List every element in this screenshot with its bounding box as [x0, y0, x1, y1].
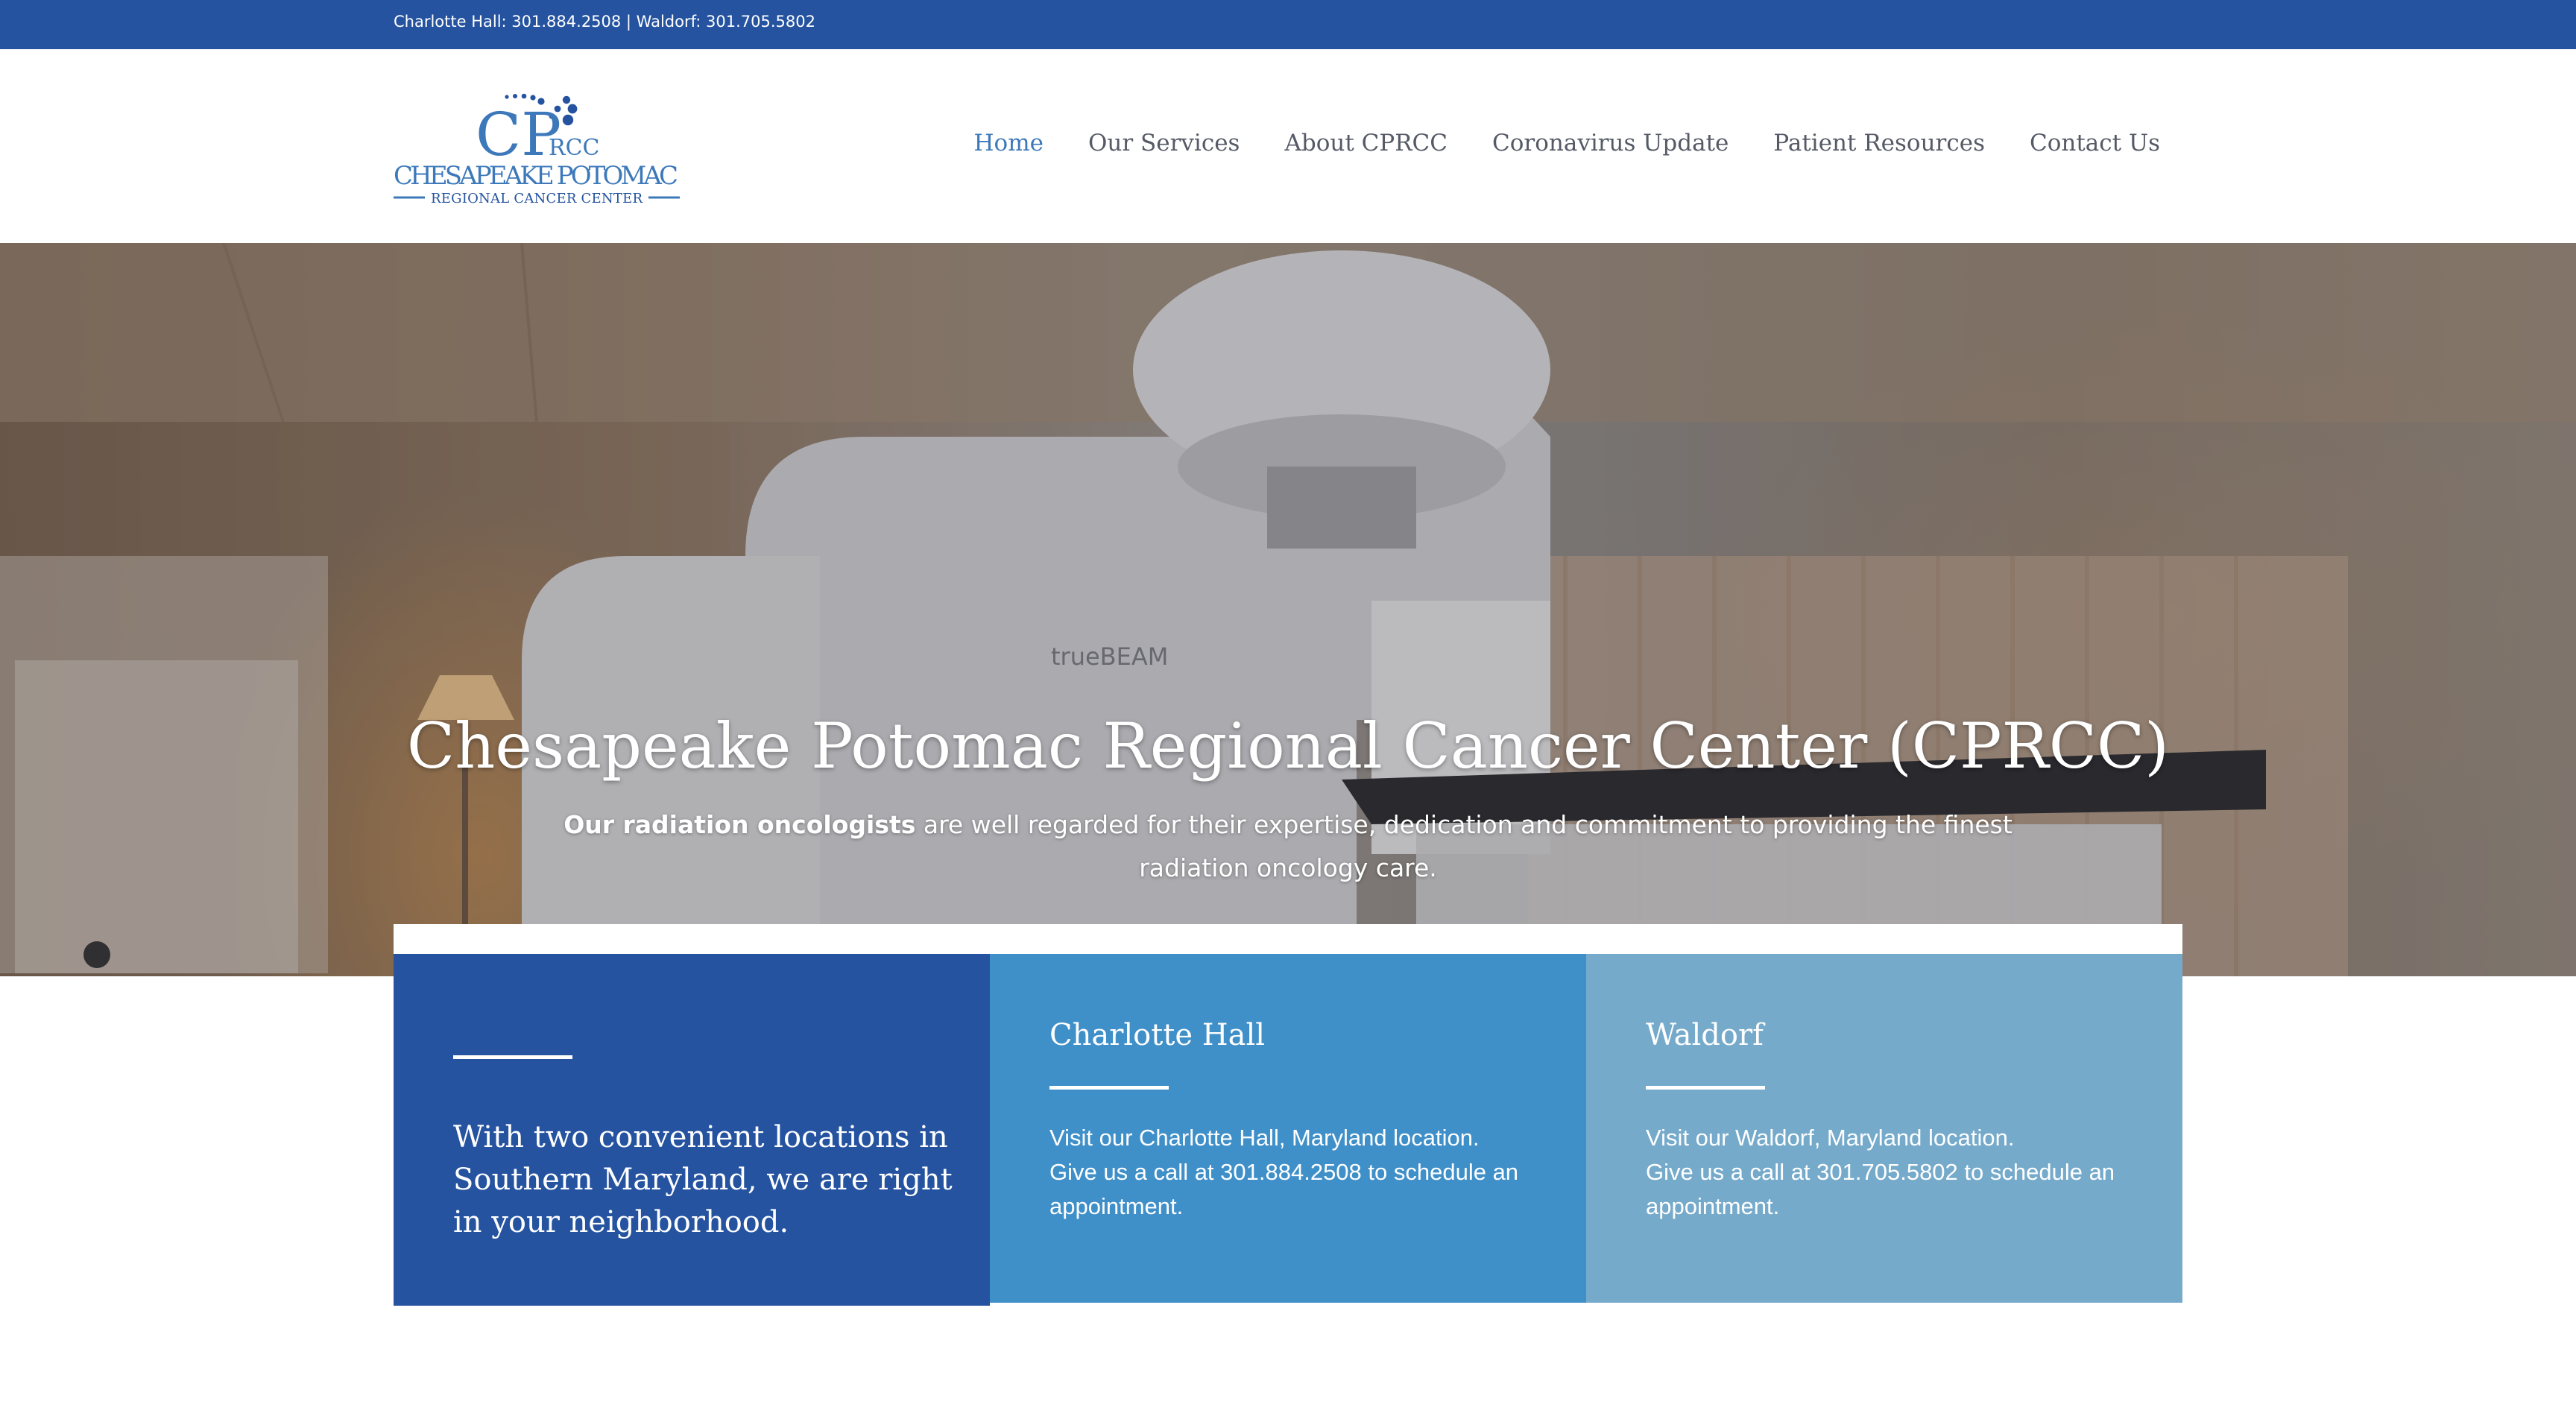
- divider: [1049, 1086, 1169, 1090]
- logo-name-line2: REGIONAL CANCER CENTER: [431, 191, 643, 206]
- location-call-text: Give us a call at 301.884.2508 to schedu…: [1049, 1159, 1519, 1219]
- location-call-text: Give us a call at 301.705.5802 to schedu…: [1646, 1159, 2115, 1219]
- hero-title: Chesapeake Potomac Regional Cancer Cente…: [406, 709, 2170, 783]
- location-description: Visit our Waldorf, Maryland location. Gi…: [1646, 1121, 2153, 1224]
- locations-section: With two convenient locations in Souther…: [394, 924, 2182, 1306]
- location-card-waldorf[interactable]: Waldorf Visit our Waldorf, Maryland loca…: [1586, 954, 2182, 1303]
- site-logo[interactable]: CP RCC CHESAPEAKE POTOMAC REGIONAL CANCE…: [394, 91, 680, 210]
- nav-item-patient-resources[interactable]: Patient Resources: [1773, 130, 1985, 157]
- hero-subtitle: Our radiation oncologists are well regar…: [522, 803, 2054, 890]
- hero-subtitle-link[interactable]: Our radiation oncologists: [564, 810, 915, 839]
- location-visit-text: Visit our Waldorf, Maryland location.: [1646, 1125, 2015, 1151]
- locations-intro-card: With two convenient locations in Souther…: [394, 954, 990, 1306]
- logo-monogram-sub: RCC: [549, 135, 600, 161]
- divider: [1646, 1086, 1765, 1090]
- nav-item-about-cprcc[interactable]: About CPRCC: [1284, 130, 1448, 157]
- location-title[interactable]: Waldorf: [1646, 1018, 1764, 1052]
- nav-item-our-services[interactable]: Our Services: [1088, 130, 1240, 157]
- nav-item-home[interactable]: Home: [974, 130, 1044, 157]
- divider: [453, 1055, 572, 1059]
- hero-banner: trueBEAM Chesapeake Potomac Regional Can…: [0, 243, 2576, 976]
- nav-item-contact-us[interactable]: Contact Us: [2030, 130, 2160, 157]
- location-card-charlotte-hall[interactable]: Charlotte Hall Visit our Charlotte Hall,…: [990, 954, 1586, 1303]
- nav-item-coronavirus-update[interactable]: Coronavirus Update: [1492, 130, 1729, 157]
- site-header: CP RCC CHESAPEAKE POTOMAC REGIONAL CANCE…: [0, 49, 2576, 243]
- location-visit-text: Visit our Charlotte Hall, Maryland locat…: [1049, 1125, 1480, 1151]
- main-navigation: Home Our Services About CPRCC Coronaviru…: [929, 130, 2160, 157]
- location-title[interactable]: Charlotte Hall: [1049, 1018, 1265, 1052]
- location-description: Visit our Charlotte Hall, Maryland locat…: [1049, 1121, 1556, 1224]
- logo-name-line1: CHESAPEAKE POTOMAC: [394, 161, 678, 191]
- top-contact-bar: Charlotte Hall: 301.884.2508 | Waldorf: …: [0, 0, 2576, 49]
- topbar-phone-numbers: Charlotte Hall: 301.884.2508 | Waldorf: …: [394, 13, 815, 31]
- locations-intro-text: With two convenient locations in Souther…: [453, 1120, 953, 1239]
- hero-subtitle-text: are well regarded for their expertise, d…: [915, 810, 2012, 882]
